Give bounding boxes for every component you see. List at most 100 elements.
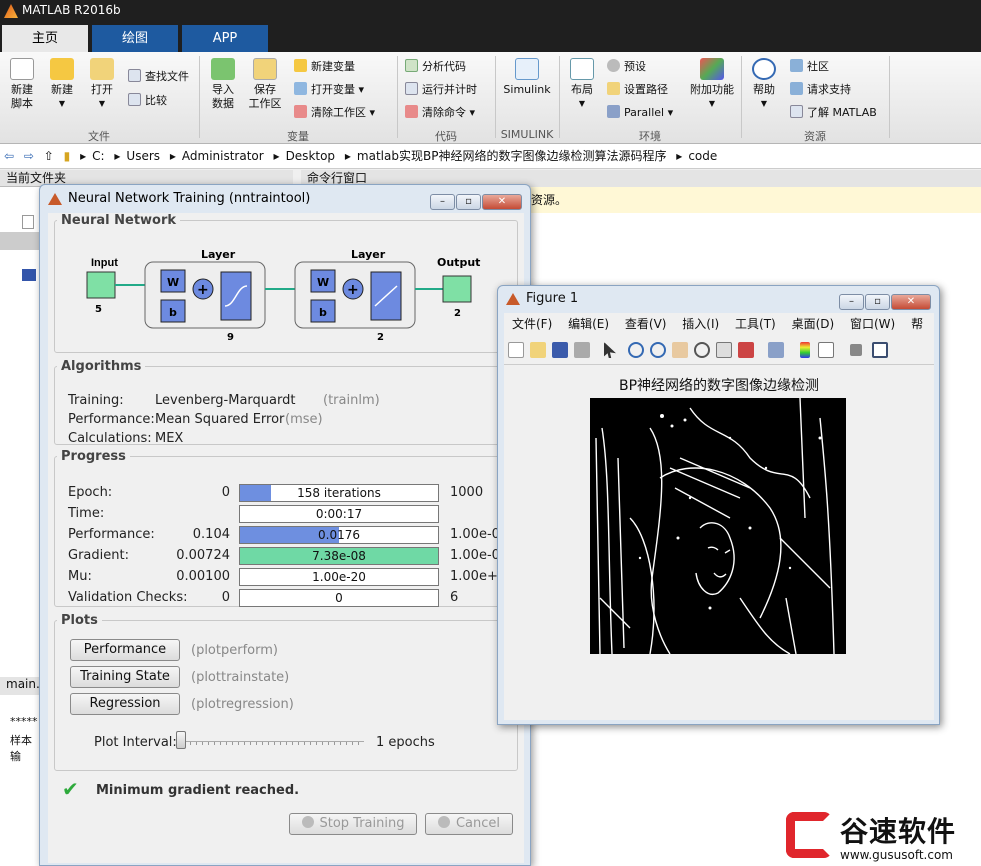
plot-training-state-button[interactable]: Training State [70,666,180,688]
progress-fill [240,485,272,501]
menu-view[interactable]: 查看(V) [625,317,667,331]
up-folder-icon[interactable]: ⇧ [44,149,54,163]
minimize-button[interactable]: – [839,294,864,310]
forward-arrow-icon[interactable]: ⇨ [24,149,34,163]
data-cursor-icon[interactable] [716,342,732,358]
compare-button[interactable]: 比较 [128,92,167,110]
new-plus-icon [50,58,74,80]
breadcrumb-item[interactable]: matlab实现BP神经网络的数字图像边缘检测算法源码程序 [357,149,667,163]
open-button[interactable]: 打开 ▼ [86,58,118,111]
maximize-button[interactable]: ▫ [456,194,481,210]
watermark-logo-icon [786,812,832,858]
breadcrumb-item[interactable]: Desktop [286,149,336,163]
clear-commands-icon [405,105,418,118]
input-size: 5 [95,304,102,315]
breadcrumb-item[interactable]: C: [92,149,104,163]
open-variable-button[interactable]: 打开变量 ▾ [294,81,364,99]
new-script-button[interactable]: 新建 脚本 [6,58,38,111]
neural-network-legend: Neural Network [61,213,177,228]
help-button[interactable]: 帮助 ▼ [748,58,780,111]
progress-current: 0 [335,591,343,605]
cancel-button[interactable]: Cancel [425,813,513,835]
browse-folder-icon[interactable]: ▮ [64,149,71,163]
analyze-code-button[interactable]: 分析代码 [405,58,466,76]
maximize-button[interactable]: ▫ [865,294,890,310]
open-file-icon[interactable] [530,342,546,358]
compare-icon [128,93,141,106]
edge-detection-image [590,397,846,655]
figure-toolbar [504,335,934,365]
find-files-button[interactable]: 查找文件 [128,68,189,86]
group-divider [397,56,398,138]
breadcrumb-sep: ▸ [80,149,87,163]
new-button[interactable]: 新建 ▼ [46,58,78,111]
pan-hand-icon[interactable] [672,342,688,358]
show-plot-tools-icon[interactable] [872,342,888,358]
layout-button[interactable]: 布局 ▼ [565,58,599,111]
add-ons-button[interactable]: 附加功能 ▼ [688,58,736,111]
progress-key: Performance: [68,527,155,542]
plot-performance-button[interactable]: Performance [70,639,180,661]
community-button[interactable]: 社区 [790,58,829,76]
stop-training-button[interactable]: Stop Training [289,813,417,835]
algorithm-fn: (mse) [285,412,323,427]
menu-tools[interactable]: 工具(T) [735,317,776,331]
preferences-button[interactable]: 预设 [607,58,646,76]
breadcrumb-item[interactable]: Administrator [182,149,264,163]
menu-insert[interactable]: 插入(I) [682,317,719,331]
plot-interval-slider-thumb[interactable] [176,731,186,749]
edit-pointer-icon[interactable] [604,342,616,358]
matlab-title-bar: MATLAB R2016b [0,0,981,22]
group-resources-label: 资源 [804,130,826,143]
minimize-button[interactable]: – [430,194,455,210]
print-icon[interactable] [574,342,590,358]
bmp-file-icon[interactable] [22,269,36,281]
clear-commands-button[interactable]: 清除命令 ▾ [405,104,475,122]
back-arrow-icon[interactable]: ⇦ [4,149,14,163]
learn-matlab-button[interactable]: 了解 MATLAB [790,104,877,122]
zoom-out-icon[interactable] [650,342,666,358]
request-support-button[interactable]: 请求支持 [790,81,851,99]
menu-file[interactable]: 文件(F) [512,317,552,331]
progress-start: 0 [221,485,230,500]
new-variable-button[interactable]: 新建变量 [294,58,355,76]
hide-plot-tools-icon[interactable] [850,344,862,356]
close-button[interactable]: ✕ [482,194,522,210]
brush-icon[interactable] [738,342,754,358]
close-button[interactable]: ✕ [891,294,931,310]
clear-workspace-button[interactable]: 清除工作区 ▾ [294,104,375,122]
tab-home[interactable]: 主页 [2,25,88,52]
parallel-button[interactable]: Parallel ▾ [607,104,673,122]
menu-window[interactable]: 窗口(W) [850,317,895,331]
file-icon[interactable] [22,215,34,229]
breadcrumb-item[interactable]: Users [126,149,160,163]
plot-interval-track[interactable] [178,741,364,745]
find-files-icon [128,69,141,82]
legend-icon[interactable] [818,342,834,358]
zoom-in-icon[interactable] [628,342,644,358]
save-workspace-button[interactable]: 保存 工作区 [246,58,284,111]
algorithm-fn: (trainlm) [323,393,380,408]
import-data-button[interactable]: 导入 数据 [206,58,240,111]
menu-desktop[interactable]: 桌面(D) [792,317,835,331]
simulink-button[interactable]: Simulink [500,58,554,97]
selected-file-row[interactable] [0,232,40,250]
rotate-3d-icon[interactable] [694,342,710,358]
link-plot-icon[interactable] [768,342,784,358]
plot-regression-button[interactable]: Regression [70,693,180,715]
menu-edit[interactable]: 编辑(E) [568,317,609,331]
progress-key: Validation Checks: [68,590,188,605]
progress-key: Epoch: [68,485,113,500]
tab-plots[interactable]: 绘图 [92,25,178,52]
new-figure-icon[interactable] [508,342,524,358]
progress-legend: Progress [61,449,126,464]
breadcrumb-item[interactable]: code [688,149,717,163]
progress-key: Time: [68,506,105,521]
run-and-time-button[interactable]: 运行并计时 [405,81,477,99]
set-path-button[interactable]: 设置路径 [607,81,668,99]
colorbar-icon[interactable] [800,342,810,358]
save-icon[interactable] [552,342,568,358]
tab-apps[interactable]: APP [182,25,268,52]
editor-tab-main[interactable]: main. [0,677,40,695]
output-label: Output [437,256,480,269]
